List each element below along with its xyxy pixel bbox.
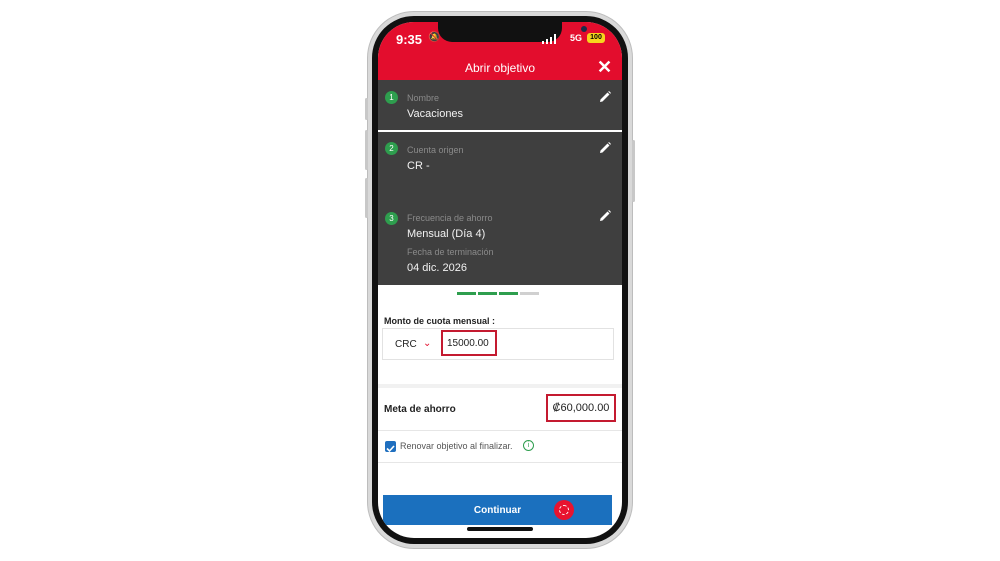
step-value: Mensual (Día 4)	[407, 228, 486, 240]
phone-side-button	[365, 98, 368, 120]
goal-value: ₡60,000.00	[546, 394, 616, 422]
edit-pencil-icon[interactable]	[598, 209, 612, 223]
continue-button[interactable]: Continuar	[383, 495, 612, 525]
step-value: CR -	[407, 160, 430, 172]
info-icon[interactable]: i	[523, 440, 534, 451]
home-indicator	[467, 527, 533, 531]
amount-row: CRC ⌄	[382, 328, 614, 360]
step-number-badge: 1	[385, 91, 398, 104]
progress-segment-complete	[478, 292, 497, 295]
step-number-badge: 3	[385, 212, 398, 225]
step-number-badge: 2	[385, 142, 398, 155]
amount-input[interactable]	[441, 330, 497, 356]
renew-checkbox[interactable]	[385, 441, 396, 453]
phone-screen: 9:35 🔕 5G 100 Abrir objetivo ✕ 1 Nombre …	[378, 22, 622, 538]
battery-icon: 100	[587, 33, 605, 43]
status-bar: 9:35 🔕 5G 100	[378, 22, 622, 56]
step-card-nombre: 1 Nombre Vacaciones	[378, 80, 622, 130]
progress-segment-complete	[499, 292, 518, 295]
renew-label: Renovar objetivo al finalizar.	[400, 441, 513, 451]
edit-pencil-icon[interactable]	[598, 90, 612, 104]
goal-label: Meta de ahorro	[384, 404, 456, 415]
section-divider	[378, 384, 622, 388]
section-divider	[378, 462, 622, 463]
section-divider	[378, 430, 622, 431]
status-time: 9:35	[396, 32, 423, 47]
page-title: Abrir objetivo	[464, 61, 536, 75]
step-sub-value: 04 dic. 2026	[407, 262, 467, 274]
progress-segment-complete	[457, 292, 476, 295]
step-sub-label: Fecha de terminación	[407, 247, 494, 257]
checkmark-icon	[386, 445, 395, 453]
close-icon[interactable]: ✕	[597, 57, 612, 78]
step-label: Frecuencia de ahorro	[407, 213, 493, 223]
step-progress-indicator	[457, 292, 541, 295]
phone-volume-up-button	[365, 130, 368, 170]
step-label: Nombre	[407, 93, 440, 103]
step-value: Vacaciones	[407, 108, 464, 120]
edit-pencil-icon[interactable]	[598, 141, 612, 155]
amount-label: Monto de cuota mensual :	[384, 316, 496, 326]
phone-power-button	[632, 140, 635, 202]
signal-icon	[542, 34, 556, 44]
step-card-frecuencia: 3 Frecuencia de ahorro Mensual (Día 4) F…	[378, 202, 622, 285]
step-card-cuenta-origen: 2 Cuenta origen CR -	[378, 132, 622, 202]
network-type: 5G	[570, 33, 583, 43]
tap-indicator-icon	[554, 500, 574, 520]
front-camera	[581, 26, 587, 32]
step-label: Cuenta origen	[407, 145, 464, 155]
app-header: Abrir objetivo ✕	[378, 56, 622, 80]
currency-select[interactable]: CRC	[395, 339, 417, 350]
phone-volume-down-button	[365, 178, 368, 218]
progress-segment-pending	[520, 292, 539, 295]
chevron-down-icon[interactable]: ⌄	[423, 338, 431, 349]
